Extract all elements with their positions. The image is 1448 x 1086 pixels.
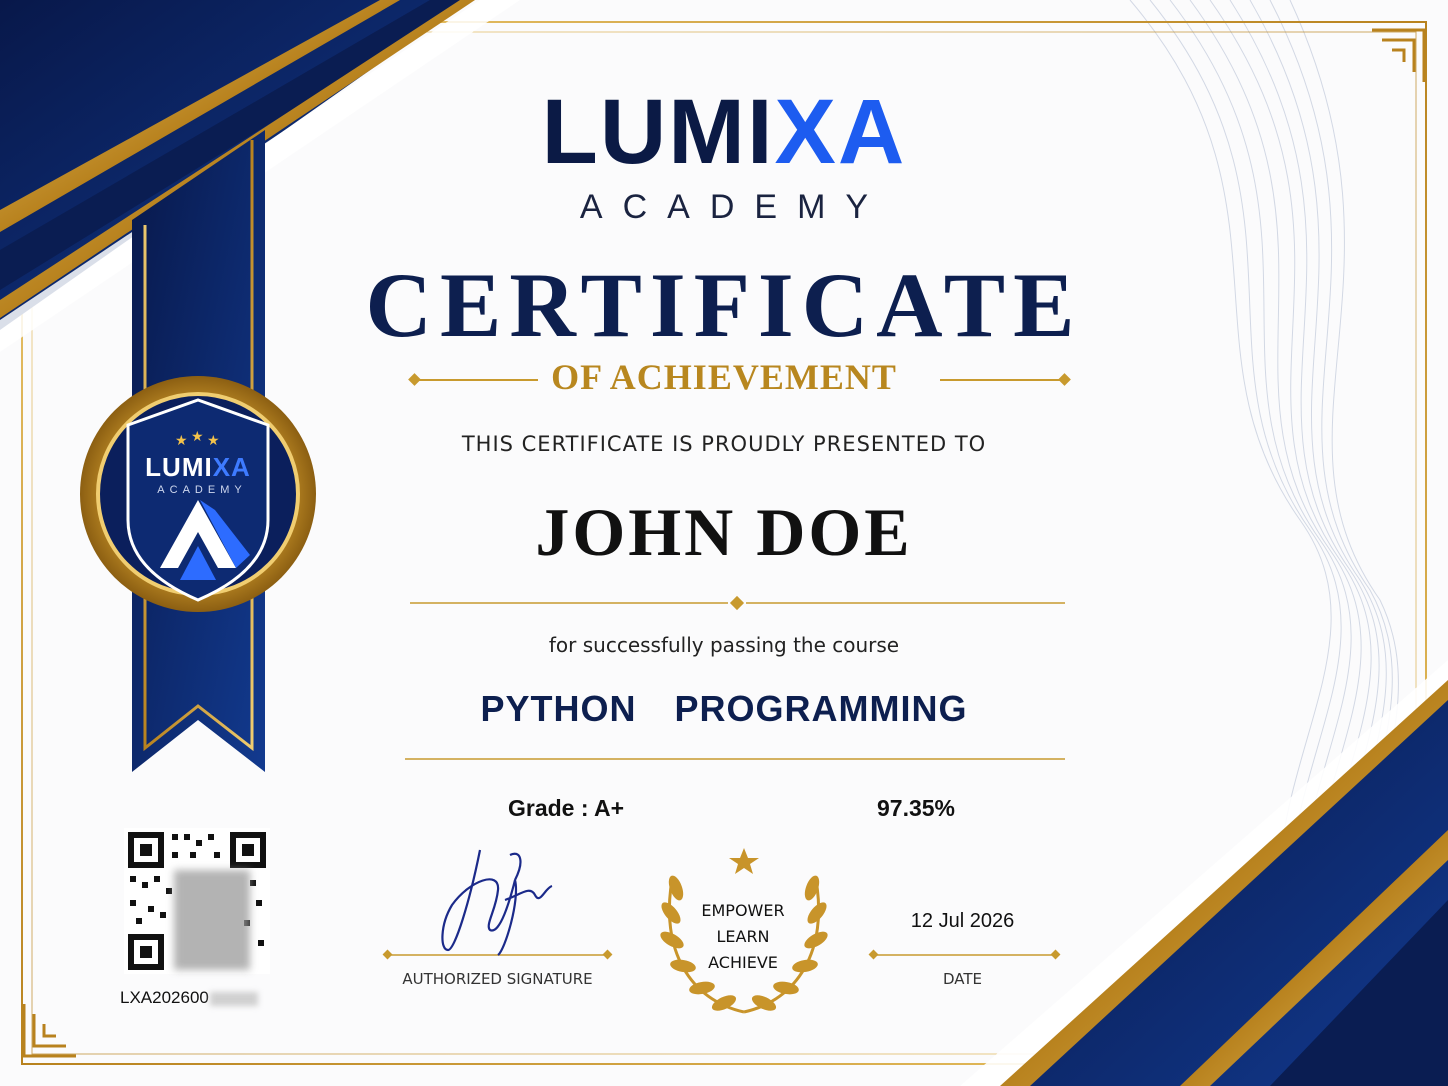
seal-logo-sub: ACADEMY bbox=[157, 484, 247, 496]
passing-text: for successfully passing the course bbox=[548, 633, 900, 657]
brand-logo-main: LUMI bbox=[541, 81, 775, 183]
grade: Grade : A+ bbox=[508, 795, 625, 821]
certificate-id-text: LXA202600 bbox=[120, 988, 209, 1007]
score: 97.35% bbox=[877, 795, 956, 821]
signature-line bbox=[382, 949, 613, 960]
recipient-name: JOHN DOE bbox=[535, 494, 913, 570]
seal-logo: LUMIXA bbox=[118, 452, 278, 483]
certificate-title: CERTIFICATE bbox=[365, 254, 1083, 356]
date-label: DATE bbox=[942, 970, 983, 988]
qr-code bbox=[124, 828, 270, 974]
certificate-page: ★ ★ ★ LUMIXA ACADEMY CERTIFICATE OF ACHI… bbox=[0, 0, 1448, 1086]
certificate-id: LXA202600 bbox=[120, 988, 258, 1008]
name-divider bbox=[410, 595, 1065, 611]
emblem-motto: EMPOWER LEARN ACHIEVE bbox=[668, 898, 818, 976]
course-name: PYTHON PROGRAMMING bbox=[480, 688, 968, 729]
date-line bbox=[868, 949, 1061, 960]
brand-logo: LUMIXA bbox=[0, 86, 1448, 178]
brand-logo-accent: XA bbox=[774, 81, 907, 183]
seal-logo-accent: XA bbox=[212, 452, 251, 482]
emblem-line-3: ACHIEVE bbox=[708, 953, 778, 972]
emblem-line-2: LEARN bbox=[716, 927, 770, 946]
signature-label: AUTHORIZED SIGNATURE bbox=[402, 970, 593, 988]
certificate-subtitle: OF ACHIEVEMENT bbox=[551, 357, 897, 397]
date-value: 12 Jul 2026 bbox=[910, 910, 1015, 932]
emblem-line-1: EMPOWER bbox=[701, 901, 785, 920]
brand-logo-sub: ACADEMY bbox=[579, 188, 889, 226]
signature-scribble bbox=[441, 849, 553, 956]
certificate-id-redacted bbox=[209, 991, 258, 1006]
seal-logo-main: LUMI bbox=[145, 452, 213, 482]
